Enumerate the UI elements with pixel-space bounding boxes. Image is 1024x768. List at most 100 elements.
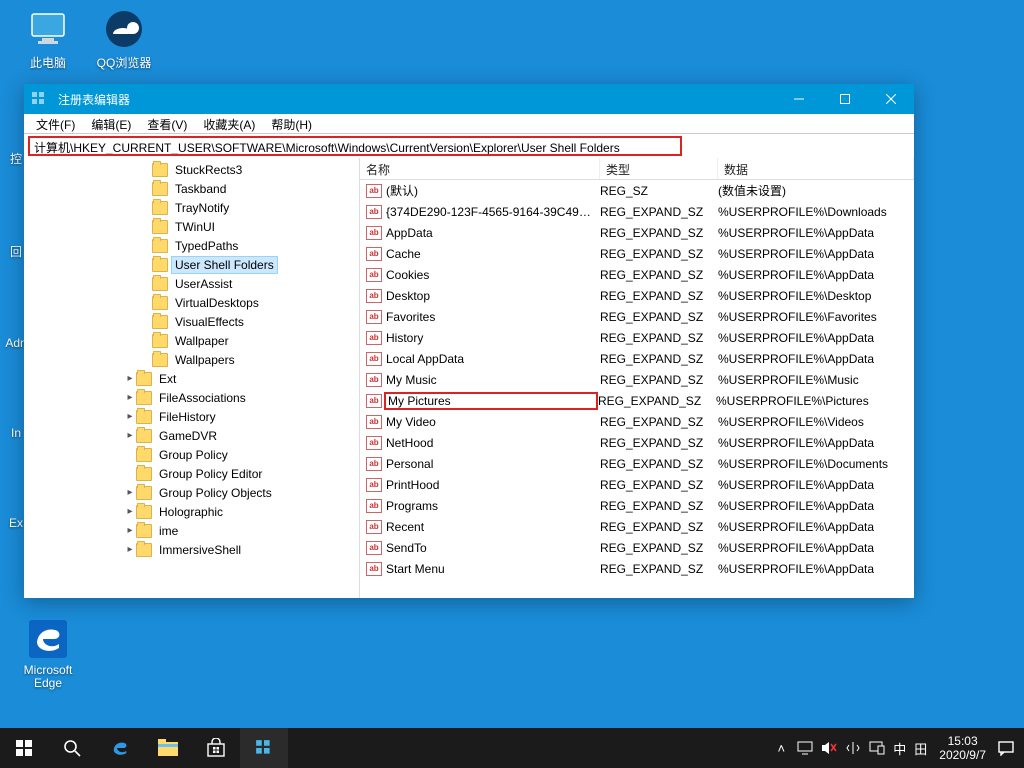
menu-view[interactable]: 查看(V) xyxy=(139,114,195,133)
list-row[interactable]: DesktopREG_EXPAND_SZ%USERPROFILE%\Deskto… xyxy=(360,285,914,306)
tree-node[interactable]: UserAssist xyxy=(24,274,359,293)
desktop-icon-edge[interactable]: Microsoft Edge xyxy=(12,618,84,690)
caret-icon[interactable] xyxy=(124,373,136,384)
list-row[interactable]: (默认)REG_SZ(数值未设置) xyxy=(360,180,914,201)
col-name[interactable]: 名称 xyxy=(360,158,600,179)
menu-favorites[interactable]: 收藏夹(A) xyxy=(195,114,263,133)
menu-help[interactable]: 帮助(H) xyxy=(263,114,320,133)
value-name: {374DE290-123F-4565-9164-39C4925... xyxy=(386,205,600,219)
col-type[interactable]: 类型 xyxy=(600,158,718,179)
list-row[interactable]: PersonalREG_EXPAND_SZ%USERPROFILE%\Docum… xyxy=(360,453,914,474)
tray-app-icon[interactable] xyxy=(841,728,865,768)
tree-node[interactable]: FileHistory xyxy=(24,407,359,426)
tree-node[interactable]: Group Policy Editor xyxy=(24,464,359,483)
tray-overflow-icon[interactable]: ˄ xyxy=(769,728,793,768)
value-data: %USERPROFILE%\AppData xyxy=(718,352,914,366)
action-center-icon[interactable] xyxy=(994,728,1018,768)
folder-icon xyxy=(136,391,152,405)
list-row[interactable]: SendToREG_EXPAND_SZ%USERPROFILE%\AppData xyxy=(360,537,914,558)
tray-volume-muted-icon[interactable] xyxy=(817,728,841,768)
list-row[interactable]: My MusicREG_EXPAND_SZ%USERPROFILE%\Music xyxy=(360,369,914,390)
list-row[interactable]: CookiesREG_EXPAND_SZ%USERPROFILE%\AppDat… xyxy=(360,264,914,285)
tree-node[interactable]: ime xyxy=(24,521,359,540)
list-row[interactable]: NetHoodREG_EXPAND_SZ%USERPROFILE%\AppDat… xyxy=(360,432,914,453)
value-data: %USERPROFILE%\AppData xyxy=(718,436,914,450)
list-row[interactable]: Local AppDataREG_EXPAND_SZ%USERPROFILE%\… xyxy=(360,348,914,369)
list-row[interactable]: My PicturesREG_EXPAND_SZ%USERPROFILE%\Pi… xyxy=(360,390,914,411)
taskbar-edge[interactable] xyxy=(96,728,144,768)
tray-network-icon[interactable] xyxy=(865,728,889,768)
taskbar-clock[interactable]: 15:03 2020/9/7 xyxy=(931,734,994,762)
list-row[interactable]: My VideoREG_EXPAND_SZ%USERPROFILE%\Video… xyxy=(360,411,914,432)
tree-node[interactable]: GameDVR xyxy=(24,426,359,445)
taskbar-store[interactable] xyxy=(192,728,240,768)
caret-icon[interactable] xyxy=(124,411,136,422)
value-name: PrintHood xyxy=(386,478,600,492)
tree-node[interactable]: TWinUI xyxy=(24,217,359,236)
caret-icon[interactable] xyxy=(124,392,136,403)
value-data: (数值未设置) xyxy=(718,182,914,199)
menu-edit[interactable]: 编辑(E) xyxy=(83,114,139,133)
tree-node[interactable]: Group Policy Objects xyxy=(24,483,359,502)
list-row[interactable]: HistoryREG_EXPAND_SZ%USERPROFILE%\AppDat… xyxy=(360,327,914,348)
caret-icon[interactable] xyxy=(124,506,136,517)
registry-editor-window: 注册表编辑器 文件(F) 编辑(E) 查看(V) 收藏夹(A) 帮助(H) 计算… xyxy=(24,84,914,598)
start-button[interactable] xyxy=(0,728,48,768)
desktop-icon-qq-browser[interactable]: QQ浏览器 xyxy=(88,8,160,71)
tree-node[interactable]: Wallpapers xyxy=(24,350,359,369)
tree-node-label: TWinUI xyxy=(172,219,218,235)
string-value-icon xyxy=(366,373,382,387)
value-type: REG_EXPAND_SZ xyxy=(600,247,718,261)
tree-node[interactable]: VirtualDesktops xyxy=(24,293,359,312)
value-name: Start Menu xyxy=(386,562,600,576)
caret-icon[interactable] xyxy=(124,487,136,498)
list-row[interactable]: ProgramsREG_EXPAND_SZ%USERPROFILE%\AppDa… xyxy=(360,495,914,516)
maximize-button[interactable] xyxy=(822,84,868,114)
list-row[interactable]: RecentREG_EXPAND_SZ%USERPROFILE%\AppData xyxy=(360,516,914,537)
string-value-icon xyxy=(366,310,382,324)
search-button[interactable] xyxy=(48,728,96,768)
list-row[interactable]: CacheREG_EXPAND_SZ%USERPROFILE%\AppData xyxy=(360,243,914,264)
value-data: %USERPROFILE%\Pictures xyxy=(716,394,914,408)
list-body[interactable]: (默认)REG_SZ(数值未设置){374DE290-123F-4565-916… xyxy=(360,180,914,598)
menu-file[interactable]: 文件(F) xyxy=(28,114,83,133)
folder-icon xyxy=(152,163,168,177)
tree-node[interactable]: TypedPaths xyxy=(24,236,359,255)
list-row[interactable]: PrintHoodREG_EXPAND_SZ%USERPROFILE%\AppD… xyxy=(360,474,914,495)
close-button[interactable] xyxy=(868,84,914,114)
tree-node[interactable]: Wallpaper xyxy=(24,331,359,350)
list-row[interactable]: AppDataREG_EXPAND_SZ%USERPROFILE%\AppDat… xyxy=(360,222,914,243)
list-row[interactable]: FavoritesREG_EXPAND_SZ%USERPROFILE%\Favo… xyxy=(360,306,914,327)
tree-node[interactable]: FileAssociations xyxy=(24,388,359,407)
titlebar[interactable]: 注册表编辑器 xyxy=(24,84,914,114)
tree-node[interactable]: ImmersiveShell xyxy=(24,540,359,559)
tree-node[interactable]: Taskband xyxy=(24,179,359,198)
taskbar-regedit[interactable] xyxy=(240,728,288,768)
value-type: REG_EXPAND_SZ xyxy=(600,436,718,450)
tree-node[interactable]: User Shell Folders xyxy=(24,255,359,274)
registry-tree[interactable]: StuckRects3TaskbandTrayNotify TWinUITyped… xyxy=(24,158,360,598)
caret-icon[interactable] xyxy=(124,525,136,536)
tree-node[interactable]: Holographic xyxy=(24,502,359,521)
address-bar[interactable]: 计算机\HKEY_CURRENT_USER\SOFTWARE\Microsoft… xyxy=(28,136,682,156)
desktop-icon-this-pc[interactable]: 此电脑 xyxy=(12,8,84,71)
caret-icon[interactable] xyxy=(124,430,136,441)
ime-indicator[interactable]: 中 xyxy=(889,728,910,768)
tree-node[interactable]: TrayNotify xyxy=(24,198,359,217)
tree-node[interactable]: Group Policy xyxy=(24,445,359,464)
value-name: Cache xyxy=(386,247,600,261)
col-data[interactable]: 数据 xyxy=(718,158,914,179)
folder-icon xyxy=(136,543,152,557)
ime-indicator-2[interactable]: 田 xyxy=(910,728,931,768)
list-header[interactable]: 名称 类型 数据 xyxy=(360,158,914,180)
minimize-button[interactable] xyxy=(776,84,822,114)
tree-node[interactable]: VisualEffects xyxy=(24,312,359,331)
string-value-icon xyxy=(366,520,382,534)
list-row[interactable]: {374DE290-123F-4565-9164-39C4925...REG_E… xyxy=(360,201,914,222)
tree-node[interactable]: Ext xyxy=(24,369,359,388)
taskbar-file-explorer[interactable] xyxy=(144,728,192,768)
tray-monitor-icon[interactable] xyxy=(793,728,817,768)
caret-icon[interactable] xyxy=(124,544,136,555)
tree-node[interactable]: StuckRects3 xyxy=(24,160,359,179)
list-row[interactable]: Start MenuREG_EXPAND_SZ%USERPROFILE%\App… xyxy=(360,558,914,579)
